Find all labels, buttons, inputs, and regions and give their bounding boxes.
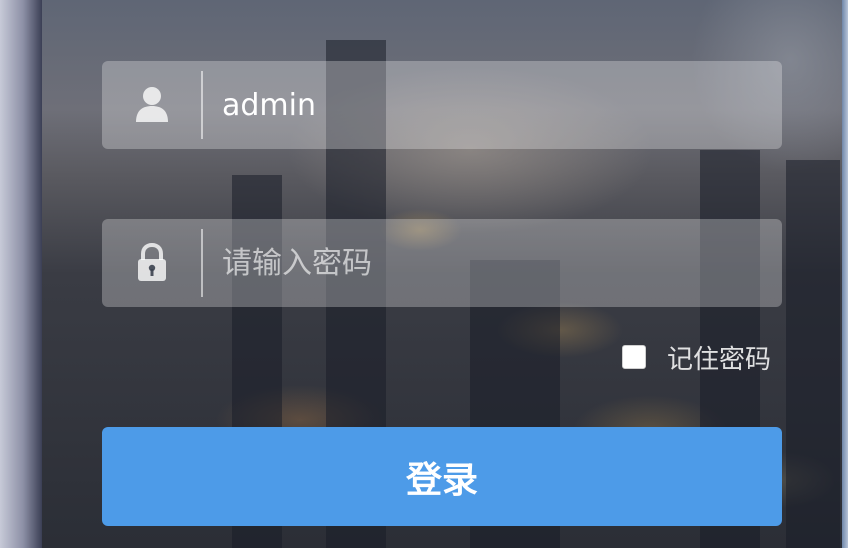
login-screen: 记住密码 登录	[0, 0, 848, 548]
right-edge-strip	[842, 0, 848, 548]
password-field[interactable]	[102, 219, 782, 307]
background-tower	[786, 160, 840, 548]
password-input[interactable]	[222, 219, 762, 307]
user-icon	[102, 61, 202, 149]
remember-password-option[interactable]: 记住密码	[622, 342, 771, 375]
remember-password-label: 记住密码	[667, 344, 772, 375]
username-input[interactable]	[222, 61, 762, 149]
login-button[interactable]: 登录	[102, 427, 782, 526]
username-field[interactable]	[102, 61, 782, 149]
left-edge-strip	[0, 0, 42, 548]
field-divider	[201, 229, 203, 297]
lock-icon	[102, 219, 202, 307]
field-divider	[201, 71, 203, 139]
remember-password-checkbox[interactable]	[622, 345, 646, 369]
